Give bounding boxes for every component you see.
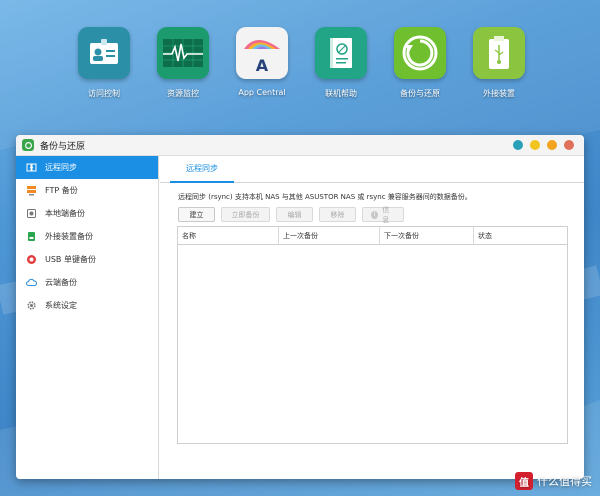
remove-button[interactable]: 移除 [319,207,356,222]
page-description: 远程同步 (rsync) 支持本机 NAS 与其他 ASUSTOR NAS 或 … [178,193,472,201]
window-close-button[interactable] [564,140,574,150]
watermark-logo: 值 [515,472,533,490]
create-button[interactable]: 建立 [178,207,215,222]
app-label: App Central [238,88,286,97]
sidebar-item-ftp-backup[interactable]: FTP 备份 [16,179,158,202]
local-disk-icon [26,208,37,219]
column-header-next-backup[interactable]: 下一次备份 [380,227,474,244]
desktop-icons: 访问控制 资源监控 A App Central 联机帮助 备份与还原 外接装置 [0,27,600,107]
remote-sync-icon [26,162,37,173]
sidebar-item-remote-sync[interactable]: 远程同步 [16,156,158,179]
app-label: 联机帮助 [325,89,357,98]
app-app-central[interactable]: A App Central [222,27,302,97]
info-icon: i [371,210,379,219]
sidebar: 远程同步 FTP 备份 本地端备份 外接装置备份 USB 单键备份 云端备份 系… [16,156,159,479]
info-button[interactable]: i 信息 [362,205,404,224]
column-header-status[interactable]: 状态 [474,227,567,244]
backup-restore-icon [22,139,34,151]
heartbeat-monitor-icon [157,27,209,79]
usb-drive-icon [473,27,525,79]
column-header-name[interactable]: 名称 [178,227,279,244]
tab-remote-sync[interactable]: 远程同步 [170,156,234,183]
help-book-icon [315,27,367,79]
sidebar-item-label: 本地端备份 [45,209,85,218]
app-resource-monitor[interactable]: 资源监控 [143,27,223,99]
cloud-icon [26,277,37,288]
watermark-text: 什么值得买 [537,475,592,488]
sidebar-item-label: USB 单键备份 [45,255,96,264]
app-label: 访问控制 [88,89,120,98]
toolbar: 建立 立即备份 编辑 移除 i 信息 [178,205,404,224]
sidebar-item-external-backup[interactable]: 外接装置备份 [16,225,158,248]
main-panel: 远程同步 远程同步 (rsync) 支持本机 NAS 与其他 ASUSTOR N… [160,156,584,479]
app-label: 资源监控 [167,89,199,98]
sync-task-table: 名称 上一次备份 下一次备份 状态 [177,226,568,444]
window-maximize-button[interactable] [547,140,557,150]
backup-restore-window: 备份与还原 远程同步 FTP 备份 本地端备份 外接装置备份 USB 单键备份 … [16,135,584,479]
sidebar-item-cloud-backup[interactable]: 云端备份 [16,271,158,294]
tab-bar: 远程同步 [160,156,584,183]
column-header-last-backup[interactable]: 上一次备份 [279,227,380,244]
app-access-control[interactable]: 访问控制 [64,27,144,99]
app-central-icon: A [236,27,288,79]
sidebar-item-label: 远程同步 [45,163,77,172]
sidebar-item-local-backup[interactable]: 本地端备份 [16,202,158,225]
usb-one-touch-icon [26,254,37,265]
info-button-label: 信息 [382,205,390,224]
window-title: 备份与还原 [40,141,86,152]
ftp-server-icon [26,185,37,196]
watermark: 值 什么值得买 [515,472,592,490]
window-minimize-button[interactable] [530,140,540,150]
sidebar-item-label: 云端备份 [45,278,77,287]
edit-button[interactable]: 编辑 [276,207,313,222]
svg-text:A: A [256,56,269,75]
gear-icon [26,300,37,311]
backup-now-button[interactable]: 立即备份 [221,207,270,222]
id-card-icon [78,27,130,79]
app-online-help[interactable]: 联机帮助 [301,27,381,99]
sidebar-item-usb-one-touch[interactable]: USB 单键备份 [16,248,158,271]
window-menu-button[interactable] [513,140,523,150]
window-titlebar[interactable]: 备份与还原 [16,135,584,156]
app-label: 备份与还原 [400,89,440,98]
app-external-devices[interactable]: 外接装置 [459,27,539,99]
external-device-icon [26,231,37,242]
app-backup-restore[interactable]: 备份与还原 [380,27,460,99]
sidebar-item-label: FTP 备份 [45,186,78,195]
sidebar-item-label: 系统设定 [45,301,77,310]
window-controls [513,140,574,150]
sidebar-item-label: 外接装置备份 [45,232,93,241]
backup-restore-icon [394,27,446,79]
table-header: 名称 上一次备份 下一次备份 状态 [178,227,567,245]
sidebar-item-system-settings[interactable]: 系统设定 [16,294,158,317]
app-label: 外接装置 [483,89,515,98]
